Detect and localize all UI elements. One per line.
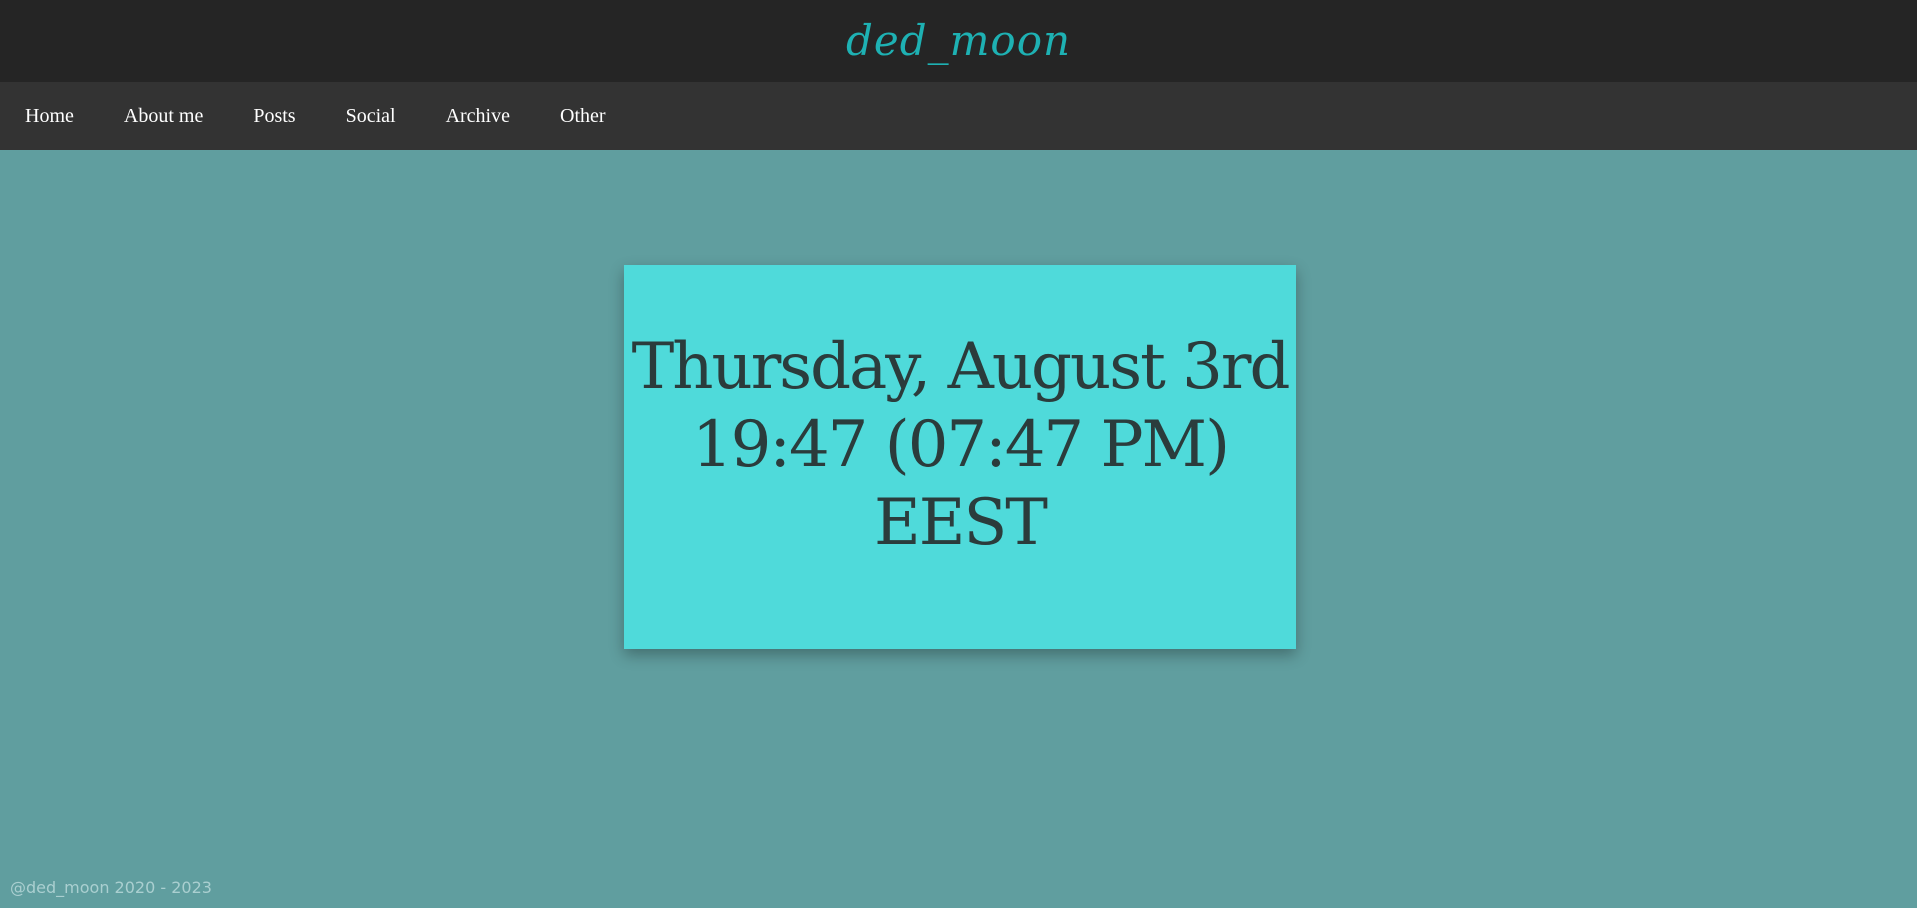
nav-link-archive[interactable]: Archive xyxy=(446,105,510,128)
footer-copyright: @ded_moon 2020 - 2023 xyxy=(10,878,212,897)
date-time-card: Thursday, August 3rd 19:47 (07:47 PM) EE… xyxy=(624,265,1296,649)
current-time: 19:47 (07:47 PM) xyxy=(691,408,1230,482)
current-date: Thursday, August 3rd xyxy=(631,330,1291,404)
nav-link-social[interactable]: Social xyxy=(346,105,396,128)
nav-link-posts[interactable]: Posts xyxy=(253,105,295,128)
nav-link-about-me[interactable]: About me xyxy=(124,105,203,128)
site-header: ded_moon xyxy=(0,0,1917,82)
nav-link-home[interactable]: Home xyxy=(25,105,74,128)
nav-bar: Home About me Posts Social Archive Other xyxy=(0,82,1917,150)
site-title[interactable]: ded_moon xyxy=(846,16,1071,65)
nav-link-other[interactable]: Other xyxy=(560,105,606,128)
timezone-label: EEST xyxy=(874,486,1048,560)
